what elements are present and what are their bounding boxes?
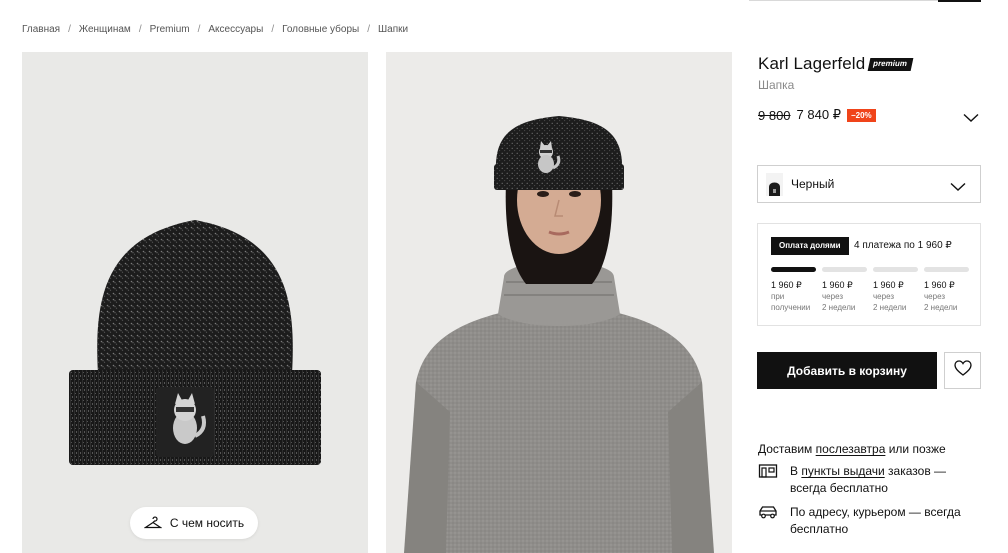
installment-when: через: [924, 292, 946, 301]
hanger-icon: [143, 516, 162, 530]
installment-1: 1 960 ₽ при получении: [771, 279, 819, 313]
installment-4: 1 960 ₽ через 2 недели: [924, 279, 972, 313]
outfit-suggestions-label: С чем носить: [169, 516, 245, 530]
heart-icon: [953, 360, 972, 381]
breadcrumb-item-accessories[interactable]: Аксессуары: [208, 24, 263, 35]
chevron-down-icon: [950, 179, 966, 197]
chevron-down-icon[interactable]: [963, 110, 979, 128]
delivery-option-pickup: В пункты выдачи заказов — всегда бесплат…: [758, 463, 980, 497]
breadcrumb-item-premium[interactable]: Premium: [150, 24, 190, 35]
delivery-heading-prefix: Доставим: [758, 442, 813, 456]
breadcrumb-item-women[interactable]: Женщинам: [79, 24, 131, 35]
color-select[interactable]: Черный: [757, 165, 981, 203]
pickup-prefix: В: [790, 464, 799, 478]
installment-when: через: [822, 292, 844, 301]
breadcrumb-item-headwear[interactable]: Головные уборы: [282, 24, 359, 35]
installment-progress-4: [924, 267, 969, 272]
installment-amount: 1 960 ₽: [822, 280, 853, 290]
delivery-heading-suffix: или позже: [888, 442, 946, 456]
delivery-date-link[interactable]: послезавтра: [816, 442, 886, 456]
header-active-indicator: [938, 0, 981, 2]
brand-name[interactable]: Karl Lagerfeld: [758, 54, 865, 74]
installment-when: при: [771, 292, 785, 301]
product-photo-main[interactable]: С чем носить: [22, 52, 368, 553]
price-row: 9 800 7 840 ₽ −20%: [758, 107, 876, 123]
hat-image: [69, 220, 321, 465]
brand-row: Karl Lagerfeld premium: [758, 54, 914, 74]
breadcrumb-separator: /: [138, 23, 142, 35]
installment-progress-2: [822, 267, 867, 272]
breadcrumb-separator: /: [68, 23, 71, 35]
installment-2: 1 960 ₽ через 2 недели: [822, 279, 870, 313]
courier-text: По адресу, курьером — всегда бесплатно: [790, 505, 961, 536]
discount-badge: −20%: [846, 108, 876, 122]
breadcrumb-separator: /: [367, 23, 370, 35]
breadcrumb: Главная / Женщинам / Premium / Аксессуар…: [22, 22, 408, 36]
premium-badge: premium: [867, 57, 914, 71]
installment-amount: 1 960 ₽: [873, 280, 904, 290]
installment-progress-1: [771, 267, 816, 272]
installment-when: получении: [771, 303, 811, 312]
breadcrumb-separator: /: [271, 23, 275, 35]
installment-when: через: [873, 292, 895, 301]
installment-amount: 1 960 ₽: [924, 280, 955, 290]
split-payment-card[interactable]: Оплата долями 4 платежа по 1 960 ₽ 1 960…: [757, 223, 981, 326]
installment-when: 2 недели: [924, 303, 958, 312]
breadcrumb-item-hats[interactable]: Шапки: [378, 24, 408, 35]
delivery-heading: Доставим послезавтра или позже: [758, 442, 946, 456]
breadcrumb-separator: /: [197, 23, 201, 35]
color-select-value: Черный: [791, 177, 835, 191]
product-photo-model[interactable]: [386, 52, 732, 553]
breadcrumb-item-home[interactable]: Главная: [22, 24, 60, 35]
courier-car-icon: [758, 504, 778, 520]
model-image: [404, 116, 714, 553]
installment-when: 2 недели: [873, 303, 907, 312]
outfit-suggestions-button[interactable]: С чем носить: [130, 507, 258, 539]
add-to-favorites-button[interactable]: [944, 352, 981, 389]
current-price: 7 840 ₽: [796, 107, 841, 122]
installment-3: 1 960 ₽ через 2 недели: [873, 279, 921, 313]
installment-amount: 1 960 ₽: [771, 280, 802, 290]
split-payment-summary: 4 платежа по 1 960 ₽: [854, 240, 952, 251]
pickup-points-link[interactable]: пункты выдачи: [801, 464, 884, 478]
installment-progress-3: [873, 267, 918, 272]
add-to-cart-button[interactable]: Добавить в корзину: [757, 352, 937, 389]
pickup-text: В пункты выдачи заказов — всегда бесплат…: [790, 463, 980, 497]
installment-when: 2 недели: [822, 303, 856, 312]
pickup-point-icon: [758, 463, 778, 479]
delivery-option-courier: По адресу, курьером — всегда бесплатно: [758, 504, 980, 538]
color-swatch: [766, 172, 783, 196]
product-type: Шапка: [758, 78, 795, 92]
split-payment-badge: Оплата долями: [771, 237, 849, 255]
old-price: 9 800: [758, 107, 791, 123]
